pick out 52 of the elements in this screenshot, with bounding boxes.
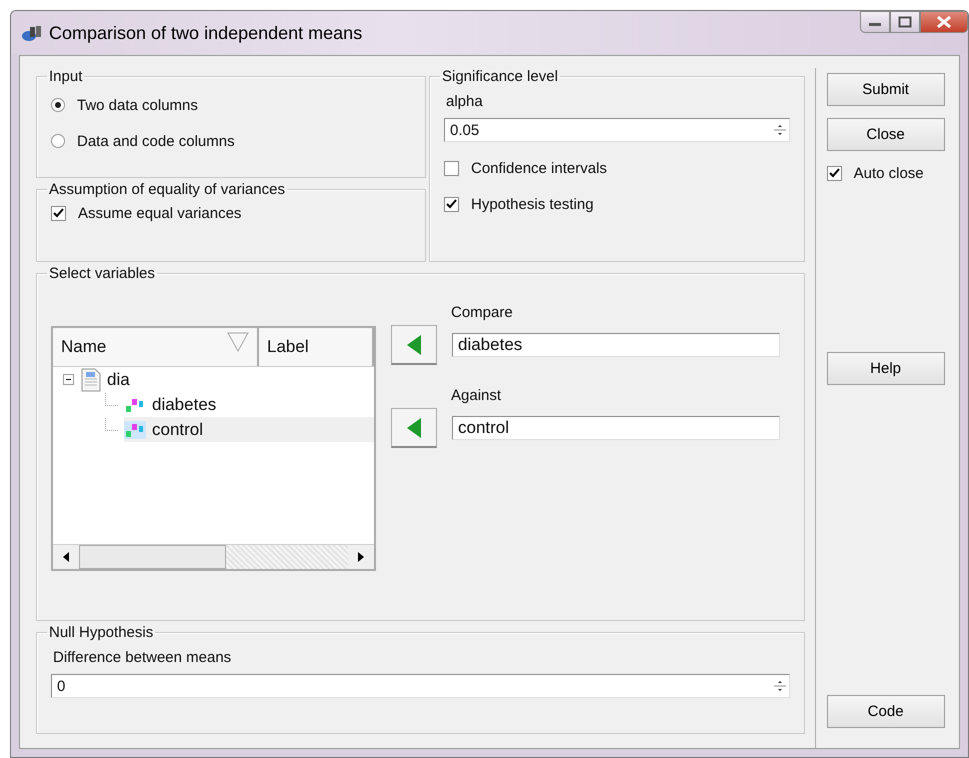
checkbox-label: Auto close <box>854 164 924 182</box>
column-header[interactable]: Name <box>53 328 259 366</box>
checkbox-label: Confidence intervals <box>471 160 607 176</box>
checkbox-label: Hypothesis testing <box>471 196 594 212</box>
collapse-icon[interactable] <box>63 374 75 386</box>
app-icon <box>21 24 43 42</box>
maximize-button[interactable] <box>890 11 920 33</box>
difference-field[interactable]: 0 <box>51 674 790 698</box>
variable-field[interactable]: diabetes <box>452 333 780 357</box>
checkbox[interactable] <box>826 166 842 180</box>
move-button[interactable] <box>391 325 437 365</box>
column-header[interactable]: Label <box>259 328 374 366</box>
table-icon <box>81 368 101 392</box>
horizontal-scrollbar[interactable] <box>53 544 374 569</box>
help-button[interactable]: Help <box>826 352 945 385</box>
checkbox[interactable] <box>444 160 459 176</box>
minimize-button[interactable] <box>860 11 890 33</box>
variable-field[interactable]: control <box>452 416 780 440</box>
numeric-variable-icon <box>124 420 146 438</box>
group-title: Select variables <box>48 265 156 282</box>
tree-item[interactable]: dia <box>81 367 134 392</box>
left-arrow-icon <box>406 416 422 438</box>
scroll-right-icon[interactable] <box>357 552 365 562</box>
option-label: Data and code columns <box>77 132 235 150</box>
checkbox[interactable] <box>444 196 459 212</box>
close-icon <box>936 15 952 29</box>
checkbox-label: Assume equal variances <box>78 204 242 222</box>
alpha-field[interactable]: 0.05 <box>444 118 790 142</box>
group-title: Significance level <box>441 68 559 85</box>
scroll-left-icon[interactable] <box>62 552 70 562</box>
window-title: Comparison of two independent means <box>49 22 362 44</box>
maximize-icon <box>898 16 912 28</box>
group-title: Assumption of equality of variances <box>48 181 286 198</box>
radio-button[interactable] <box>51 98 65 112</box>
tree-item[interactable]: control <box>124 417 374 442</box>
field-label: Difference between means <box>53 649 232 666</box>
left-arrow-icon <box>406 334 422 356</box>
checkbox[interactable] <box>51 206 66 220</box>
field-label: Against <box>451 387 502 404</box>
sort-icon <box>227 332 249 352</box>
radio-button[interactable] <box>51 134 65 148</box>
field-label: alpha <box>446 93 484 110</box>
move-button[interactable] <box>391 408 437 448</box>
tree-item[interactable]: diabetes <box>124 392 220 417</box>
group-title: Null Hypothesis <box>48 624 154 641</box>
close-button[interactable] <box>920 11 968 33</box>
group-title: Input <box>48 68 84 85</box>
code-button[interactable]: Code <box>826 695 945 728</box>
close-dialog-button[interactable]: Close <box>826 118 945 151</box>
submit-button[interactable]: Submit <box>826 73 945 106</box>
option-label: Two data columns <box>77 96 198 114</box>
field-label: Compare <box>451 304 514 321</box>
